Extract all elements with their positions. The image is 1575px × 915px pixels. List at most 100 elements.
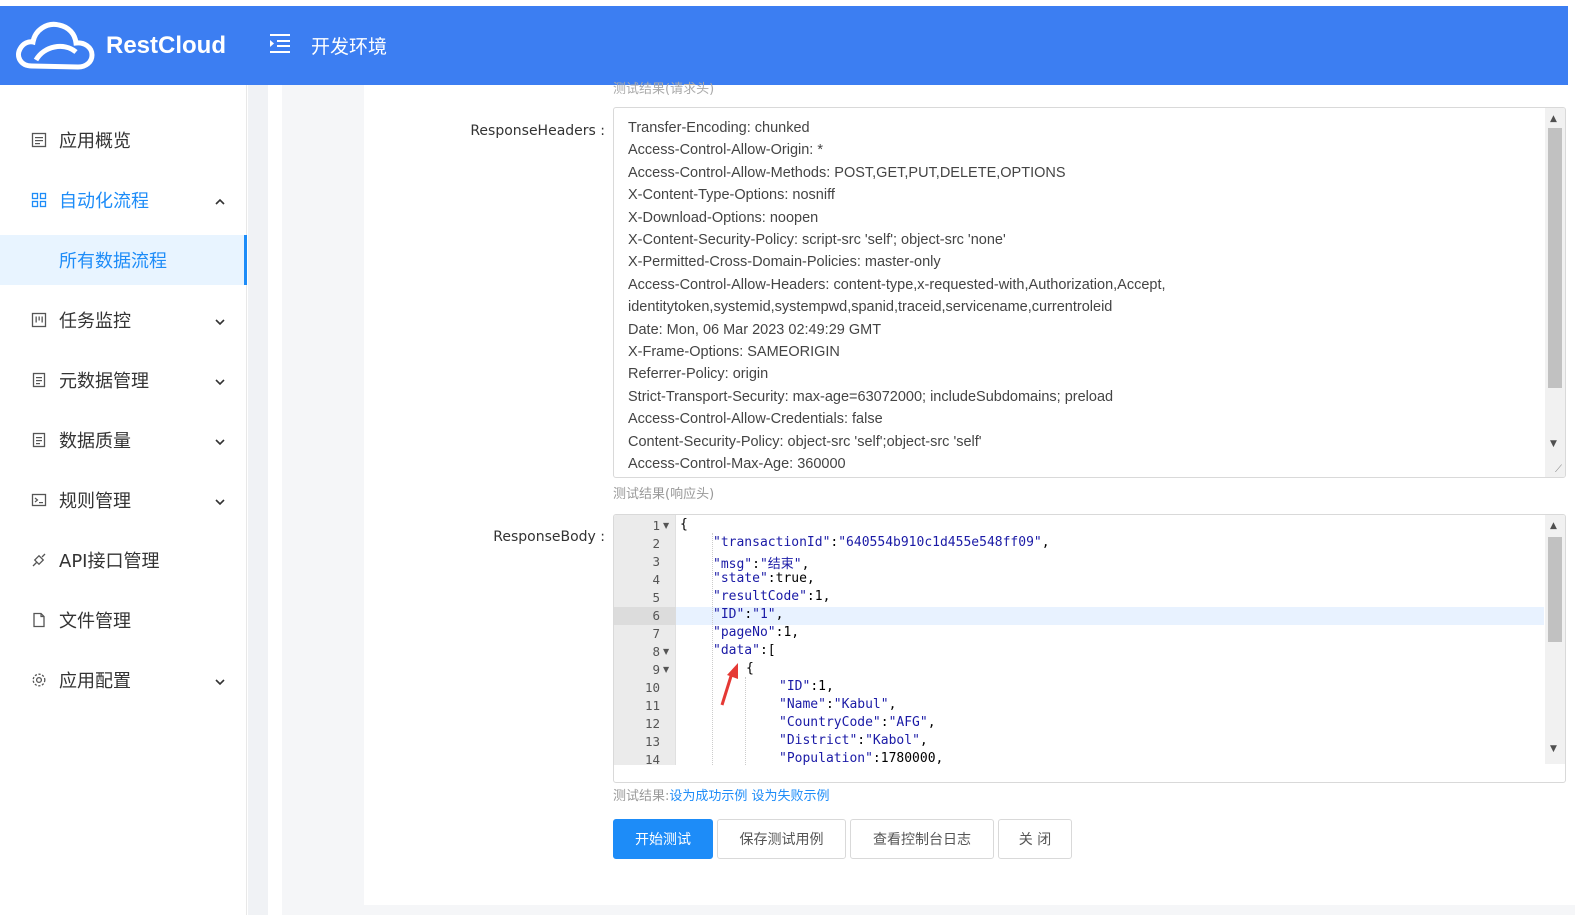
sidebar-item-api-management[interactable]: API接口管理: [0, 535, 247, 585]
close-button[interactable]: 关 闭: [998, 819, 1072, 859]
line-number: 12: [644, 716, 660, 731]
line-number: 9: [652, 662, 660, 677]
restcloud-logo[interactable]: RestCloud: [14, 14, 234, 78]
code-line: "transactionId":"640554b910c1d455e548ff0…: [713, 535, 1050, 550]
line-number: 7: [652, 626, 660, 641]
scroll-down-icon[interactable]: ▼: [1550, 439, 1557, 449]
json-key: "pageNo": [713, 625, 776, 640]
top-bar: RestCloud 开发环境: [0, 6, 1568, 85]
view-console-log-button[interactable]: 查看控制台日志: [850, 819, 994, 859]
json-value: :"AFG",: [880, 715, 936, 730]
fold-arrow-icon[interactable]: ▼: [663, 665, 669, 674]
code-line: {: [680, 517, 688, 532]
code-line: "ID":1,: [779, 679, 834, 694]
response-headers-textarea[interactable]: Transfer-Encoding: chunked Access-Control…: [613, 107, 1566, 478]
set-success-example-link[interactable]: 设为成功示例: [669, 789, 747, 804]
sidebar-item-all-data-flows[interactable]: 所有数据流程: [0, 235, 247, 285]
json-key: "Population": [779, 751, 873, 766]
chevron-down-icon: [213, 493, 227, 507]
header-line: Date: Mon, 06 Mar 2023 02:49:29 GMT: [628, 321, 882, 338]
line-number: 10: [644, 680, 660, 695]
terminal-icon: [30, 491, 48, 509]
response-headers-hint: 测试结果(响应头): [613, 487, 715, 502]
sidebar-item-label: 规则管理: [59, 491, 131, 512]
sidebar-item-label: 所有数据流程: [59, 251, 167, 272]
test-result-hint: 测试结果:设为成功示例 设为失败示例: [613, 785, 830, 804]
indent-guide: [745, 677, 746, 765]
code-line: "Population":1780000,: [779, 751, 943, 766]
sidebar-item-rule-management[interactable]: 规则管理: [0, 475, 247, 525]
sidebar-item-app-config[interactable]: 应用配置: [0, 655, 247, 705]
json-key: "ID": [713, 607, 745, 622]
plug-icon: [30, 551, 48, 569]
save-test-case-button[interactable]: 保存测试用例: [717, 819, 846, 859]
response-body-editor[interactable]: 1 ▼{2 "transactionId":"640554b910c1d455e54…: [613, 514, 1566, 783]
header-line: Access-Control-Allow-Credentials: false: [628, 411, 883, 428]
json-value: :"Kabol",: [857, 733, 928, 748]
list-icon: [30, 131, 48, 149]
scroll-up-icon[interactable]: ▲: [1550, 114, 1557, 124]
json-value: :true,: [767, 571, 815, 586]
chevron-down-icon: [213, 433, 227, 447]
json-key: "state": [713, 571, 768, 586]
code-line: "District":"Kabol",: [779, 733, 928, 748]
response-body-label: ResponseBody :: [493, 529, 605, 545]
json-key: "data": [713, 643, 760, 658]
json-value: :"Kabul",: [825, 697, 897, 712]
document-icon: [30, 431, 48, 449]
headers-scrollbar[interactable]: ▲ ▼: [1545, 108, 1565, 477]
sidebar-item-label: 数据质量: [59, 431, 131, 452]
fold-arrow-icon[interactable]: ▼: [663, 647, 669, 656]
resize-handle-icon[interactable]: ⟋: [1555, 464, 1562, 475]
line-number: 4: [652, 572, 660, 587]
logo-text: RestCloud: [106, 32, 226, 59]
scrollbar-thumb[interactable]: [1548, 128, 1562, 388]
json-key: "ID": [779, 679, 811, 694]
sidebar-item-file-management[interactable]: 文件管理: [0, 595, 247, 645]
menu-collapse-icon[interactable]: [268, 32, 292, 54]
fold-arrow-icon[interactable]: ▼: [663, 521, 669, 530]
header-line: X-Download-Options: noopen: [628, 209, 819, 226]
sidebar-item-label: 应用配置: [59, 671, 131, 692]
json-key: "resultCode": [713, 589, 807, 604]
json-value: :1,: [810, 679, 834, 694]
json-key: "CountryCode": [779, 715, 881, 730]
sidebar-item-automation-flow[interactable]: 自动化流程: [0, 175, 247, 225]
json-value: :1,: [775, 625, 800, 640]
code-line: "resultCode":1,: [713, 589, 830, 604]
response-headers-content: Transfer-Encoding: chunked Access-Control…: [628, 117, 1538, 476]
sidebar-item-data-quality[interactable]: 数据质量: [0, 415, 247, 465]
sidebar-item-app-overview[interactable]: 应用概览: [0, 115, 247, 165]
scroll-down-icon[interactable]: ▼: [1550, 744, 1557, 754]
set-fail-example-link[interactable]: 设为失败示例: [752, 789, 830, 804]
header-line: X-Content-Type-Options: nosniff: [628, 187, 835, 204]
monitor-icon: [30, 311, 48, 329]
header-line: Strict-Transport-Security: max-age=63072…: [628, 388, 1114, 405]
json-value: :1780000,: [872, 751, 944, 766]
line-number: 8: [652, 644, 660, 659]
json-key: "District": [779, 733, 858, 748]
code-line: {: [746, 661, 754, 676]
sidebar-item-metadata[interactable]: 元数据管理: [0, 355, 247, 405]
chevron-down-icon: [213, 673, 227, 687]
code-line: "state":true,: [713, 571, 815, 586]
code-line: "data":[: [713, 643, 776, 658]
sidebar: 应用概览 自动化流程 所有数据流程 任务监控 元数据管理 数据质量 规则管理 A…: [0, 85, 247, 915]
json-value: :"结束",: [752, 557, 810, 572]
line-number: 5: [652, 590, 660, 605]
code-line: "Name":"Kabul",: [779, 697, 896, 712]
header-line: Access-Control-Max-Age: 360000: [628, 456, 846, 473]
sidebar-item-task-monitor[interactable]: 任务监控: [0, 295, 247, 345]
line-number: 1: [652, 518, 660, 533]
chevron-up-icon: [213, 193, 227, 207]
sidebar-item-label: 应用概览: [59, 131, 131, 152]
indent-guide: [712, 533, 713, 765]
editor-scrollbar[interactable]: ▲ ▼: [1545, 515, 1565, 764]
scroll-up-icon[interactable]: ▲: [1550, 521, 1557, 531]
header-line: X-Frame-Options: SAMEORIGIN: [628, 344, 840, 361]
line-number: 13: [644, 734, 660, 749]
json-value: :1,: [806, 589, 831, 604]
start-test-button[interactable]: 开始测试: [613, 819, 713, 859]
sidebar-item-label: API接口管理: [59, 551, 160, 572]
scrollbar-thumb[interactable]: [1548, 537, 1562, 642]
